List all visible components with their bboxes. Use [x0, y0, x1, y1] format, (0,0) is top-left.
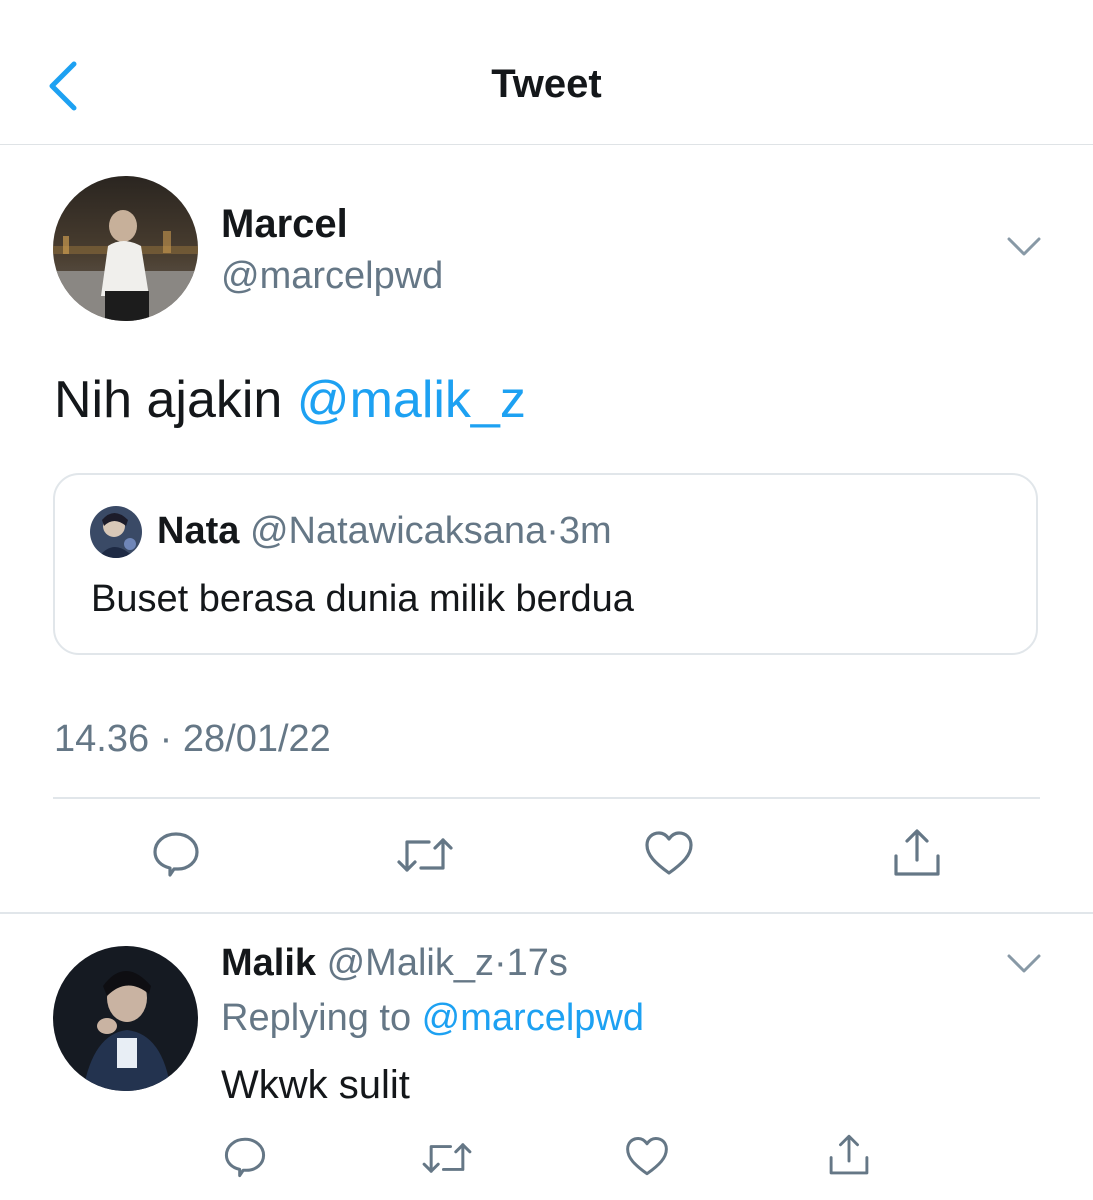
more-options-button[interactable]: [1006, 236, 1042, 258]
comment-icon: [224, 1137, 266, 1178]
comment-icon: [153, 832, 199, 877]
avatar-image: [53, 946, 198, 1091]
avatar-image: [53, 176, 198, 321]
share-button[interactable]: [890, 826, 944, 880]
separator-dot: ·: [159, 718, 173, 760]
quoted-author-name: Nata: [157, 510, 240, 552]
avatar[interactable]: [53, 176, 198, 321]
tweet-time: 14.36: [54, 718, 150, 760]
quoted-time: 3m: [558, 510, 612, 552]
reply-author-name[interactable]: Malik: [221, 942, 316, 984]
reply-retweet-button[interactable]: [420, 1136, 474, 1180]
share-icon: [894, 829, 940, 876]
quoted-avatar[interactable]: [90, 506, 142, 558]
quoted-author-handle: @Natawicaksana: [249, 510, 547, 552]
reply-avatar[interactable]: [53, 946, 198, 1091]
retweet-icon: [397, 838, 453, 872]
reply-share-button[interactable]: [826, 1132, 872, 1178]
heart-icon: [626, 1137, 668, 1176]
avatar-image: [90, 506, 142, 558]
reply-author-handle[interactable]: @Malik_z: [327, 942, 494, 984]
retweet-button[interactable]: [395, 830, 455, 880]
quoted-tweet[interactable]: [53, 473, 1038, 655]
reply-reply-button[interactable]: [222, 1134, 268, 1180]
tweet-text-body: Nih ajakin: [54, 371, 297, 429]
quoted-header: Nata @Natawicaksana·3m: [157, 510, 612, 553]
tweet-date: 28/01/22: [182, 718, 331, 760]
author-handle[interactable]: @marcelpwd: [221, 255, 443, 298]
reply-text: Wkwk sulit: [221, 1063, 410, 1107]
reply-header: Malik @Malik_z·17s: [221, 942, 568, 985]
chevron-down-icon: [1007, 237, 1041, 256]
mention-link[interactable]: @malik_z: [297, 371, 526, 429]
heart-icon: [645, 831, 693, 875]
separator-dot: ·: [546, 510, 559, 552]
chevron-down-icon: [1007, 954, 1041, 973]
author-name[interactable]: Marcel: [221, 202, 348, 247]
separator-dot: ·: [494, 942, 507, 984]
page-title: Tweet: [491, 62, 602, 106]
tweet-timestamp: 14.36 · 28/01/22: [54, 718, 331, 761]
tweet-text: Nih ajakin @malik_z: [54, 370, 526, 430]
share-icon: [829, 1134, 869, 1175]
quoted-text: Buset berasa dunia milik berdua: [91, 578, 634, 620]
reply-button[interactable]: [150, 828, 202, 880]
replying-to-handle[interactable]: @marcelpwd: [422, 997, 644, 1039]
reply-more-options-button[interactable]: [1006, 953, 1042, 975]
reply-like-button[interactable]: [624, 1135, 670, 1179]
divider: [53, 797, 1040, 799]
like-button[interactable]: [643, 829, 695, 879]
reply-time: 17s: [506, 942, 568, 984]
divider: [0, 912, 1093, 914]
retweet-icon: [422, 1143, 472, 1173]
replying-to: Replying to @marcelpwd: [221, 997, 644, 1040]
replying-to-label: Replying to: [221, 997, 422, 1039]
